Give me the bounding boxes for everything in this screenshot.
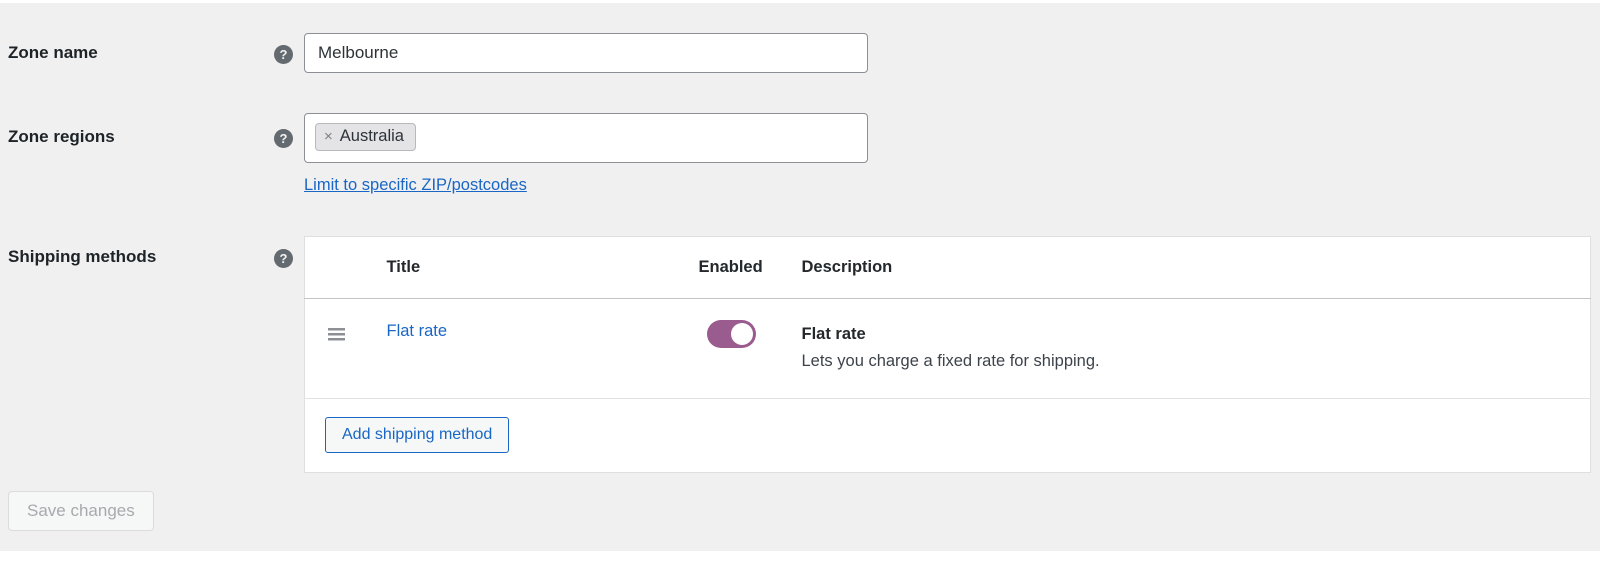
shipping-method-table-row: Flat rate Flat rate Lets you charge a fi… — [305, 299, 1591, 399]
method-description-title: Flat rate — [802, 322, 1575, 347]
method-title-link[interactable]: Flat rate — [387, 322, 448, 340]
shipping-methods-row: Shipping methods ? Title Enabled Descrip… — [0, 236, 1600, 473]
enabled-toggle[interactable] — [707, 320, 756, 348]
help-icon[interactable]: ? — [274, 45, 293, 64]
zone-regions-row: Zone regions ? × Australia Limit to spec… — [0, 113, 1600, 195]
zone-name-input[interactable] — [304, 33, 868, 73]
add-shipping-method-button[interactable]: Add shipping method — [325, 417, 509, 453]
zone-name-row: Zone name ? — [0, 33, 1600, 73]
region-tag: × Australia — [315, 123, 416, 151]
save-changes-button[interactable]: Save changes — [8, 491, 154, 531]
shipping-zone-settings: Zone name ? Zone regions ? × Australia L… — [0, 0, 1600, 531]
remove-tag-icon[interactable]: × — [324, 128, 333, 145]
help-icon[interactable]: ? — [274, 249, 293, 268]
help-icon[interactable]: ? — [274, 129, 293, 148]
shipping-methods-label: Shipping methods — [8, 247, 274, 267]
method-description-text: Lets you charge a fixed rate for shippin… — [802, 352, 1100, 370]
bottom-edge-strip — [0, 551, 1600, 562]
column-header-description: Description — [786, 237, 1591, 299]
zone-name-label: Zone name — [8, 43, 274, 63]
column-header-sort — [305, 237, 371, 299]
region-tag-label: Australia — [340, 127, 404, 146]
table-footer-row: Add shipping method — [305, 399, 1591, 473]
drag-handle-icon[interactable] — [328, 328, 345, 341]
zone-regions-label: Zone regions — [8, 127, 274, 147]
column-header-title: Title — [371, 237, 683, 299]
column-header-enabled: Enabled — [683, 237, 786, 299]
table-header-row: Title Enabled Description — [305, 237, 1591, 299]
shipping-methods-table: Title Enabled Description Flat rate — [304, 236, 1591, 473]
zone-regions-select[interactable]: × Australia — [304, 113, 868, 163]
limit-postcodes-link[interactable]: Limit to specific ZIP/postcodes — [304, 176, 527, 195]
toggle-knob — [731, 323, 753, 345]
